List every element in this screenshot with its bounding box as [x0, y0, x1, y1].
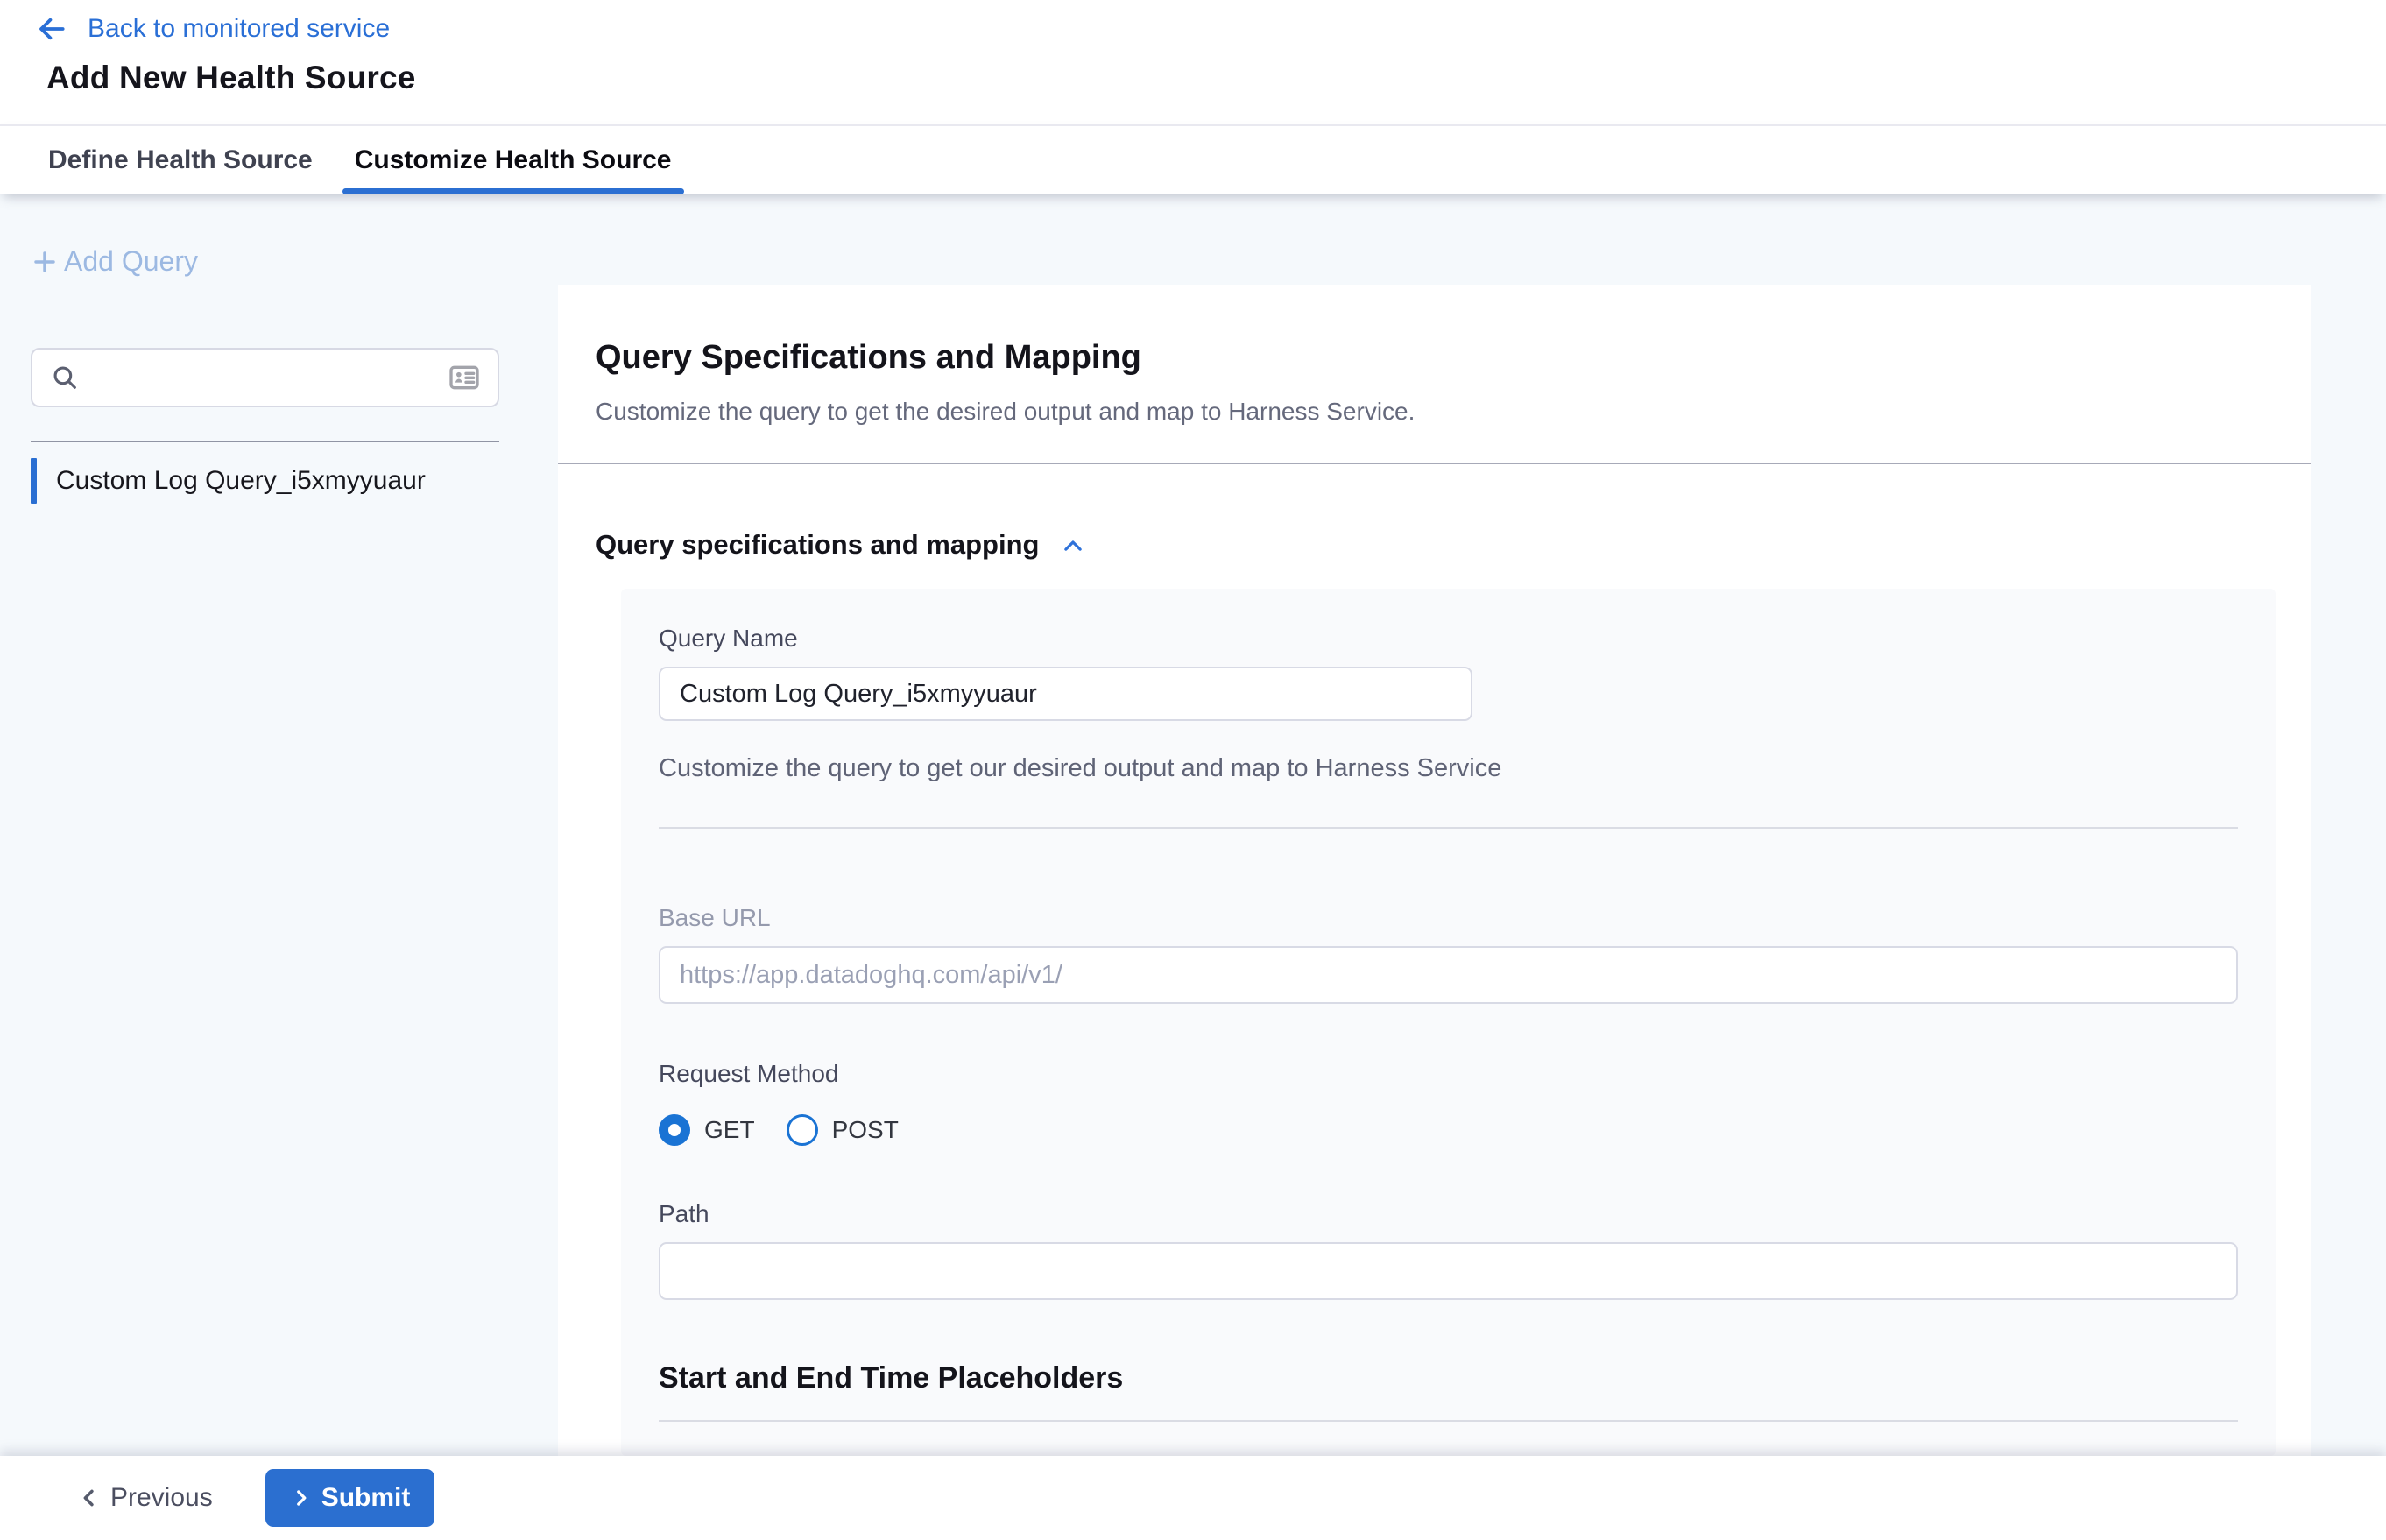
query-name-input[interactable]: [659, 667, 1472, 721]
add-query-label: Add Query: [64, 245, 198, 278]
main-panel: Query Specifications and Mapping Customi…: [558, 285, 2311, 1456]
add-query-button[interactable]: Add Query: [31, 245, 198, 278]
sidebar: Add Query Custom Log Query_i5xmyyuaur: [0, 194, 558, 1456]
path-label: Path: [659, 1200, 2238, 1228]
back-link[interactable]: Back to monitored service: [35, 12, 390, 46]
card-header-divider: [558, 463, 2311, 464]
radio-option-post[interactable]: POST: [787, 1114, 899, 1146]
query-name-helper-text: Customize the query to get our desired o…: [659, 754, 2238, 783]
path-input[interactable]: [659, 1242, 2238, 1300]
arrow-left-icon: [35, 12, 68, 46]
content-area: Add Query Custom Log Query_i5xmyyuaur: [0, 194, 2386, 1456]
footer-bar: Previous Submit: [0, 1456, 2386, 1540]
tab-bar: Define Health Source Customize Health So…: [0, 124, 2386, 194]
section-title: Query specifications and mapping: [596, 529, 1039, 561]
form-divider: [659, 827, 2238, 829]
query-mapping-form: Query Name Customize the query to get ou…: [621, 589, 2276, 1456]
previous-button[interactable]: Previous: [77, 1483, 213, 1513]
chevron-right-icon: [290, 1487, 313, 1509]
plus-icon: [31, 248, 59, 276]
query-search-box: [31, 348, 499, 407]
tab-define-health-source[interactable]: Define Health Source: [39, 126, 321, 194]
selected-indicator-bar: [31, 458, 37, 504]
back-link-label: Back to monitored service: [88, 14, 390, 44]
radio-get-label: GET: [704, 1116, 755, 1144]
query-list-item-selected[interactable]: Custom Log Query_i5xmyyuaur: [31, 442, 499, 519]
query-search-input[interactable]: [80, 364, 447, 392]
query-list: Custom Log Query_i5xmyyuaur: [31, 442, 499, 519]
radio-option-get[interactable]: GET: [659, 1114, 755, 1146]
chevron-up-icon: [1060, 530, 1086, 560]
radio-post-label: POST: [832, 1116, 899, 1144]
card-subtitle: Customize the query to get the desired o…: [596, 398, 2273, 426]
placeholders-heading: Start and End Time Placeholders: [659, 1361, 2238, 1395]
submit-button[interactable]: Submit: [265, 1469, 435, 1527]
card-title: Query Specifications and Mapping: [596, 339, 2273, 377]
query-name-label: Query Name: [659, 625, 2238, 653]
page: Back to monitored service Add New Health…: [0, 0, 2386, 1540]
base-url-input[interactable]: [659, 946, 2238, 1004]
radio-post-unselected[interactable]: [787, 1114, 818, 1146]
request-method-radio-group: GET POST: [659, 1114, 2238, 1146]
placeholders-divider: [659, 1420, 2238, 1422]
card-header: Query Specifications and Mapping Customi…: [558, 285, 2311, 426]
previous-button-label: Previous: [110, 1483, 213, 1513]
query-item-label: Custom Log Query_i5xmyyuaur: [56, 466, 426, 496]
submit-button-label: Submit: [321, 1483, 411, 1513]
tab-customize-health-source[interactable]: Customize Health Source: [346, 126, 681, 194]
chevron-left-icon: [77, 1486, 102, 1510]
radio-get-selected[interactable]: [659, 1114, 690, 1146]
request-method-label: Request Method: [659, 1060, 2238, 1088]
search-icon: [50, 363, 80, 392]
section-toggle[interactable]: Query specifications and mapping: [596, 529, 1086, 561]
base-url-label: Base URL: [659, 904, 2238, 932]
contact-card-icon[interactable]: [447, 360, 482, 395]
top-header: Back to monitored service Add New Health…: [0, 0, 2386, 124]
page-title: Add New Health Source: [46, 60, 2386, 96]
